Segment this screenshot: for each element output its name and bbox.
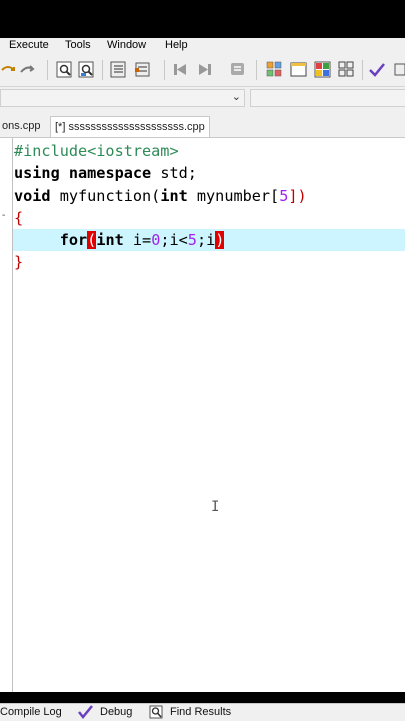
grid-icon[interactable] [338, 61, 355, 78]
toolbar-separator [164, 60, 165, 80]
code-line-3: void myfunction(int mynumber[5]) [14, 187, 307, 205]
text-cursor-icon: I [211, 499, 220, 515]
chevron-down-icon[interactable]: ⌄ [232, 90, 241, 103]
bracket-match-close: ) [215, 231, 225, 249]
color-grid-icon[interactable] [314, 61, 331, 78]
code-line-2: using namespace std; [14, 164, 197, 182]
top-black-bar [0, 0, 405, 38]
toolbar-separator [256, 60, 257, 80]
code-editor[interactable] [0, 138, 405, 692]
menu-help[interactable]: Help [165, 39, 188, 51]
forward-icon[interactable] [196, 61, 213, 78]
tab-functions-cpp[interactable]: ons.cpp [0, 116, 45, 137]
code-line-1: #include<iostream> [14, 142, 179, 160]
replace-icon[interactable] [78, 61, 95, 78]
class-combo[interactable]: ⌄ [0, 89, 245, 107]
toolbar-separator [362, 60, 363, 80]
back-icon[interactable] [172, 61, 189, 78]
fold-marker-icon[interactable]: - [2, 211, 10, 221]
indent-icon[interactable] [110, 61, 127, 78]
tab-debug[interactable]: Debug [100, 706, 132, 721]
editor-gutter [0, 138, 13, 692]
toolbar [0, 55, 405, 87]
menu-tools[interactable]: Tools [65, 39, 91, 51]
file-tab-strip: ons.cpp [*] sssssssssssssssssssss.cpp [0, 111, 405, 138]
tab-current-file[interactable]: [*] sssssssssssssssssssss.cpp [50, 116, 210, 137]
undo-icon[interactable] [0, 61, 17, 78]
extra-icon[interactable] [394, 61, 405, 78]
class-browser-icon[interactable] [266, 61, 283, 78]
menu-window[interactable]: Window [107, 39, 146, 51]
bottom-panel-tabs: Compile Log Debug Find Results [0, 703, 405, 721]
debug-check-icon [78, 705, 93, 719]
menu-bar: Execute Tools Window Help [0, 38, 405, 55]
code-line-4: { [14, 209, 24, 227]
bookmark-icon[interactable] [229, 61, 246, 78]
toolbar-separator [102, 60, 103, 80]
tab-compile-log[interactable]: Compile Log [0, 706, 62, 721]
unindent-icon[interactable] [134, 61, 151, 78]
code-line-6: } [14, 253, 24, 271]
find-results-icon [149, 705, 163, 719]
check-icon[interactable] [368, 61, 385, 78]
toolbar-separator [47, 60, 48, 80]
menu-execute[interactable]: Execute [9, 39, 49, 51]
find-icon[interactable] [56, 61, 73, 78]
tab-find-results[interactable]: Find Results [170, 706, 231, 721]
member-combo[interactable] [250, 89, 405, 107]
bracket-match-open: ( [87, 231, 97, 249]
window-icon[interactable] [290, 61, 307, 78]
redo-icon[interactable] [19, 61, 36, 78]
code-line-5: for(int i=0;i<5;i) [59, 231, 225, 249]
